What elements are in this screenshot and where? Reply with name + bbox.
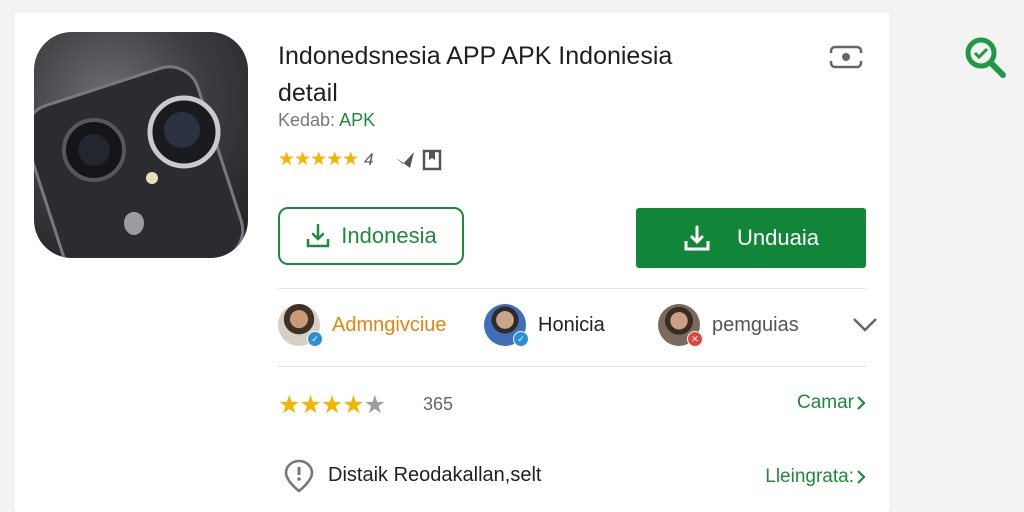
download-primary-button[interactable]: Unduaia (636, 208, 866, 268)
bookmark-icon[interactable] (422, 149, 442, 171)
divider (278, 288, 866, 289)
install-outline-button[interactable]: Indonesia (278, 207, 464, 265)
share-icon[interactable] (394, 150, 416, 170)
avatar: ✓ (484, 304, 529, 347)
verified-badge-icon: ✓ (513, 331, 529, 347)
app-icon[interactable] (34, 32, 248, 258)
screenshot-icon[interactable] (828, 42, 864, 77)
divider (278, 366, 866, 367)
rating-value: 4 (364, 149, 374, 169)
review-stars: ★★★★★ (278, 391, 386, 419)
rating-row: ★★★★★ 4 (278, 148, 442, 171)
close-badge-icon: ✕ (687, 331, 703, 347)
developer-name: pemguias (712, 313, 799, 336)
avatar: ✕ (658, 304, 703, 347)
app-title-line2: detail (278, 79, 338, 107)
app-detail-card: Indonedsnesia APP APK Indoniesia detail … (14, 12, 890, 512)
download-icon (684, 225, 710, 251)
review-count: 365 (423, 394, 454, 414)
chevron-down-icon[interactable] (852, 317, 878, 333)
avatar: ✓ (278, 304, 323, 347)
developer-row: ✓ Admngivciue ✓ Honicia ✕ pemguias (278, 304, 877, 350)
developer-item[interactable]: ✕ pemguias (658, 304, 799, 347)
download-icon (307, 223, 330, 248)
info-link-label: Lleingrata: (765, 466, 854, 487)
app-title-line1: Indonedsnesia APP APK Indoniesia (278, 42, 673, 70)
developer-item[interactable]: ✓ Admngivciue (278, 304, 447, 347)
subtitle-type: APK (339, 110, 376, 130)
verified-badge-icon: ✓ (307, 331, 323, 347)
subtitle-prefix: Kedab: (278, 110, 336, 130)
developer-name: Admngivciue (332, 313, 447, 336)
reviews-row: ★★★★★ 365 Camar (278, 390, 866, 420)
app-title: Indonedsnesia APP APK Indoniesia detail (278, 38, 798, 112)
install-outline-label: Indonesia (341, 223, 437, 248)
download-primary-label: Unduaia (737, 225, 819, 250)
developer-item[interactable]: ✓ Honicia (484, 304, 605, 347)
chevron-right-icon (857, 396, 866, 410)
reviews-link-label: Camar (796, 392, 854, 413)
app-subtitle: Kedab: APK (278, 110, 375, 131)
chevron-right-icon (857, 470, 866, 484)
info-link[interactable]: Lleingrata: (765, 466, 866, 488)
location-pin-icon (284, 459, 314, 493)
search-icon[interactable] (962, 34, 1008, 85)
info-row: Distaik Reodakallan,selt Lleingrata: (278, 458, 866, 498)
info-text: Distaik Reodakallan,selt (328, 464, 542, 486)
developer-name: Honicia (538, 313, 605, 336)
reviews-link[interactable]: Camar (797, 392, 866, 414)
camera-phone-image (34, 65, 245, 258)
rating-stars: ★★★★★ (278, 149, 359, 170)
